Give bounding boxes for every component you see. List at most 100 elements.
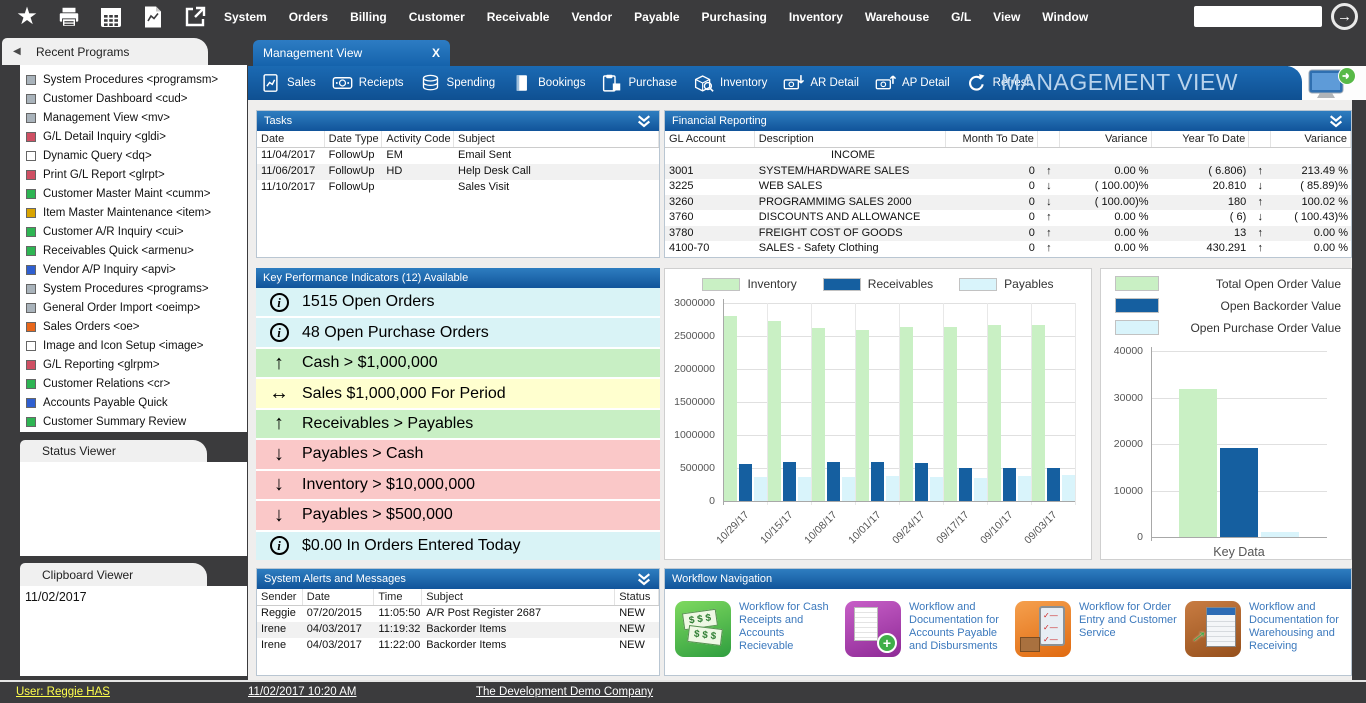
menu-orders[interactable]: Orders: [289, 10, 328, 24]
kpi-item[interactable]: ↑Cash > $1,000,000: [256, 349, 660, 377]
column-header-spacer[interactable]: [1038, 131, 1060, 147]
print-icon[interactable]: [54, 4, 84, 30]
kpi-item[interactable]: ↔Sales $1,000,000 For Period: [256, 379, 660, 407]
financial-row[interactable]: 3260PROGRAMMIMG SALES 20000↓( 100.00)%18…: [665, 195, 1351, 211]
column-header-variance[interactable]: Variance: [1271, 131, 1351, 147]
task-row[interactable]: 11/04/2017FollowUpEMEmail Sent: [257, 148, 659, 164]
menu-receivable[interactable]: Receivable: [487, 10, 550, 24]
toolbar-button-ar-detail[interactable]: AR Detail: [783, 73, 859, 93]
recent-program-item[interactable]: General Order Import <oeimp>: [20, 298, 247, 317]
recent-program-item[interactable]: Customer Dashboard <cud>: [20, 89, 247, 108]
toolbar-button-inventory[interactable]: Inventory: [693, 73, 767, 93]
column-header-time[interactable]: Time: [374, 589, 422, 605]
toolbar-button-sales[interactable]: Sales: [260, 73, 316, 93]
recent-programs-tab[interactable]: ◀ Recent Programs: [2, 38, 208, 65]
collapse-chevron-icon[interactable]: [636, 115, 652, 128]
alert-row[interactable]: Irene04/03/201711:19:32Backorder ItemsNE…: [257, 622, 659, 638]
workflow-item[interactable]: $ $ $$ $ $Workflow for Cash Receipts and…: [675, 601, 837, 657]
kpi-item[interactable]: ↓Inventory > $10,000,000: [256, 471, 660, 499]
menu-g-l[interactable]: G/L: [951, 10, 971, 24]
recent-program-item[interactable]: Customer A/R Inquiry <cui>: [20, 222, 247, 241]
column-header-year-to-date[interactable]: Year To Date: [1152, 131, 1250, 147]
global-search-input[interactable]: [1194, 6, 1322, 27]
column-header-status[interactable]: Status: [615, 589, 659, 605]
menu-purchasing[interactable]: Purchasing: [702, 10, 767, 24]
alert-row[interactable]: Irene04/03/201711:22:00Backorder ItemsNE…: [257, 638, 659, 654]
recent-program-item[interactable]: System Procedures <programsm>: [20, 70, 247, 89]
tab-management-view[interactable]: Management View X: [253, 40, 450, 66]
kpi-item[interactable]: i$0.00 In Orders Entered Today: [256, 532, 660, 560]
kpi-item[interactable]: ↑Receivables > Payables: [256, 410, 660, 438]
recent-program-item[interactable]: G/L Detail Inquiry <gldi>: [20, 127, 247, 146]
collapse-chevron-icon[interactable]: [636, 573, 652, 586]
menu-billing[interactable]: Billing: [350, 10, 387, 24]
calendar-icon[interactable]: [96, 4, 126, 30]
recent-program-item[interactable]: Customer Master Maint <cumm>: [20, 184, 247, 203]
kpi-item[interactable]: ↓Payables > $500,000: [256, 501, 660, 529]
status-viewer-tab[interactable]: Status Viewer: [20, 440, 207, 462]
alert-row[interactable]: Reggie07/20/201511:05:50A/R Post Registe…: [257, 606, 659, 622]
menu-view[interactable]: View: [993, 10, 1020, 24]
recent-program-item[interactable]: Receivables Quick <armenu>: [20, 241, 247, 260]
task-row[interactable]: 11/06/2017FollowUpHDHelp Desk Call: [257, 164, 659, 180]
remote-desktop-icon[interactable]: [1306, 66, 1358, 100]
kpi-item[interactable]: ↓Payables > Cash: [256, 440, 660, 468]
recent-program-item[interactable]: Print G/L Report <glrpt>: [20, 165, 247, 184]
column-header-activity-code[interactable]: Activity Code: [382, 131, 454, 147]
recent-program-item[interactable]: Vendor A/P Inquiry <apvi>: [20, 260, 247, 279]
column-header-gl-account[interactable]: GL Account: [665, 131, 755, 147]
export-icon[interactable]: [180, 4, 210, 30]
financial-row[interactable]: 3225WEB SALES0↓( 100.00)%20.810↓( 85.89)…: [665, 179, 1351, 195]
financial-row[interactable]: 3760DISCOUNTS AND ALLOWANCE0↑0.00 %( 6)↓…: [665, 210, 1351, 226]
menu-payable[interactable]: Payable: [634, 10, 679, 24]
column-header-variance[interactable]: Variance: [1060, 131, 1152, 147]
column-header-date[interactable]: Date: [257, 131, 325, 147]
menu-system[interactable]: System: [224, 10, 267, 24]
tab-close-icon[interactable]: X: [432, 46, 440, 60]
column-header-date[interactable]: Date: [303, 589, 375, 605]
collapse-chevron-icon[interactable]: [1328, 115, 1344, 128]
menu-vendor[interactable]: Vendor: [571, 10, 612, 24]
column-header-date-type[interactable]: Date Type: [325, 131, 383, 147]
workflow-item[interactable]: +Workflow and Documentation for Accounts…: [845, 601, 1007, 657]
collapse-arrow-icon[interactable]: ◀: [13, 46, 21, 57]
column-header-subject[interactable]: Subject: [422, 589, 615, 605]
recent-program-item[interactable]: Accounts Payable Quick: [20, 393, 247, 412]
report-icon[interactable]: [138, 4, 168, 30]
column-header-month-to-date[interactable]: Month To Date: [946, 131, 1038, 147]
menu-customer[interactable]: Customer: [409, 10, 465, 24]
clipboard-viewer-tab[interactable]: Clipboard Viewer: [20, 563, 207, 586]
toolbar-button-spending[interactable]: Spending: [420, 73, 496, 93]
statusbar-user[interactable]: User: Reggie HAS: [16, 686, 110, 698]
column-header-sender[interactable]: Sender: [257, 589, 303, 605]
menu-inventory[interactable]: Inventory: [789, 10, 843, 24]
workflow-item[interactable]: ✓—✓—✓—Workflow for Order Entry and Custo…: [1015, 601, 1177, 657]
menu-window[interactable]: Window: [1042, 10, 1088, 24]
favorites-star-icon[interactable]: ★: [12, 4, 42, 30]
recent-program-item[interactable]: Image and Icon Setup <image>: [20, 336, 247, 355]
toolbar-button-bookings[interactable]: Bookings: [511, 73, 585, 93]
workflow-item[interactable]: →Workflow and Documentation for Warehous…: [1185, 601, 1347, 657]
statusbar-datetime[interactable]: 11/02/2017 10:20 AM: [248, 686, 357, 698]
column-header-description[interactable]: Description: [755, 131, 946, 147]
menu-warehouse[interactable]: Warehouse: [865, 10, 929, 24]
toolbar-button-ap-detail[interactable]: AP Detail: [875, 73, 950, 93]
column-header-spacer[interactable]: [1249, 131, 1271, 147]
recent-program-item[interactable]: G/L Reporting <glrpm>: [20, 355, 247, 374]
financial-row[interactable]: 3001SYSTEM/HARDWARE SALES0↑0.00 %( 6.806…: [665, 164, 1351, 180]
recent-program-item[interactable]: Customer Summary Review: [20, 412, 247, 431]
financial-row[interactable]: 3780FREIGHT COST OF GOODS0↑0.00 %13↑0.00…: [665, 226, 1351, 242]
toolbar-button-reciepts[interactable]: Reciepts: [332, 73, 404, 93]
kpi-item[interactable]: i1515 Open Orders: [256, 288, 660, 316]
recent-program-item[interactable]: Sales Orders <oe>: [20, 317, 247, 336]
recent-program-item[interactable]: Dynamic Query <dq>: [20, 146, 247, 165]
task-row[interactable]: 11/10/2017FollowUpSales Visit: [257, 180, 659, 196]
kpi-item[interactable]: i48 Open Purchase Orders: [256, 318, 660, 346]
recent-program-item[interactable]: Management View <mv>: [20, 108, 247, 127]
financial-row[interactable]: 4100-70SALES - Safety Clothing0↑0.00 %43…: [665, 241, 1351, 257]
recent-program-item[interactable]: Customer Relations <cr>: [20, 374, 247, 393]
recent-program-item[interactable]: System Procedures <programs>: [20, 279, 247, 298]
recent-program-item[interactable]: Item Master Maintenance <item>: [20, 203, 247, 222]
go-arrow-button[interactable]: →: [1331, 3, 1358, 30]
statusbar-company[interactable]: The Development Demo Company: [476, 686, 653, 698]
